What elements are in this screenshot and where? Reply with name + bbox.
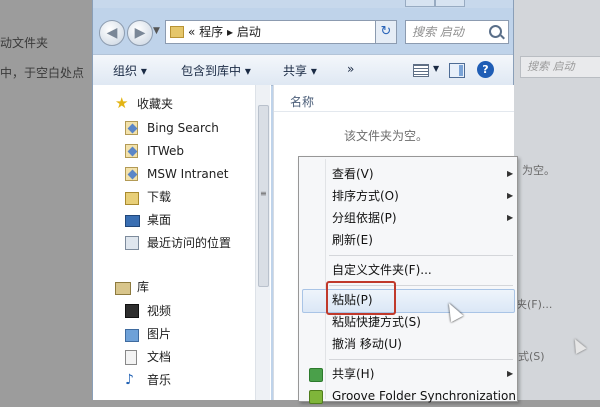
minimize-button[interactable] [405,0,435,7]
include-in-library-button[interactable]: 包含到库中 ▾ [181,62,251,79]
downloads-folder-icon [125,192,139,205]
sidebar-item-label: Bing Search [147,121,219,135]
pictures-icon [125,329,139,342]
menu-item-view[interactable]: 查看(V) [332,163,374,185]
search-placeholder: 搜索 启动 [412,25,464,39]
paste-highlight-annotation [326,281,396,315]
library-icon [115,282,131,295]
sidebar-item-label: 收藏夹 [137,97,174,111]
sidebar-scrollbar[interactable]: ≡ [255,85,270,400]
header-divider [274,111,514,112]
context-menu: 查看(V) ▶ 排序方式(O) ▶ 分组依据(P) ▶ 刷新(E) 自定义文件夹… [298,156,518,404]
star-icon: ★ [115,94,129,112]
submenu-arrow-icon: ▶ [507,169,514,178]
sidebar-item-label: 桌面 [147,213,172,227]
desktop-icon [125,215,140,227]
background-label-empty: 为空。 [522,164,555,177]
menu-item-groove-sync[interactable]: Groove Folder Synchronization [332,385,516,407]
menu-separator [329,255,513,256]
background-label-customize: 夹(F)... [516,298,553,311]
maximize-button[interactable] [435,0,465,7]
folder-icon [170,26,184,38]
navigation-pane: ★ 收藏夹 Bing Search ITWeb MSW Intranet 下载 … [93,85,271,400]
command-bar: 组织 ▾ 包含到库中 ▾ 共享 ▾ » ▼ ? [93,54,513,86]
empty-folder-message: 该文件夹为空。 [344,129,429,143]
sidebar-item-label: 视频 [147,304,172,318]
videos-icon [125,304,139,318]
background-label-shortcut: 式(S) [518,350,545,363]
favorite-link-icon [125,144,138,158]
submenu-arrow-icon: ▶ [507,369,514,378]
menu-item-sort-by[interactable]: 排序方式(O) [332,185,399,207]
background-doc-line-1: 动文件夹 [0,36,49,50]
breadcrumb-overflow[interactable]: « [188,25,195,39]
background-search-box: 搜索 启动 [520,56,600,78]
breadcrumb-separator[interactable]: ▸ [227,25,233,39]
recent-pages-dropdown-icon[interactable]: ▼ [153,26,160,36]
organize-button[interactable]: 组织 ▾ [113,62,147,79]
breadcrumb-startup[interactable]: 启动 [237,25,261,39]
sidebar-item-label: 下载 [147,190,172,204]
recent-places-icon [125,236,139,250]
sidebar-item-label: 音乐 [147,373,172,387]
menu-item-refresh[interactable]: 刷新(E) [332,229,373,251]
menu-item-group-by[interactable]: 分组依据(P) [332,207,397,229]
share-icon [309,368,323,382]
refresh-icon[interactable]: ↻ [375,20,397,44]
address-box[interactable]: « 程序 ▸ 启动 ▼ [165,20,395,44]
menu-item-undo-move[interactable]: 撤消 移动(U) [332,333,402,355]
sidebar-item-label: 库 [137,280,150,294]
menu-item-share[interactable]: 共享(H) [332,363,374,385]
sidebar-item-label: MSW Intranet [147,167,229,181]
sidebar-item-label: 文档 [147,350,172,364]
address-bar-row: ◀ ▶ ▼ « 程序 ▸ 启动 ▼ ↻ 搜索 启动 [93,12,513,50]
submenu-arrow-icon: ▶ [507,213,514,222]
groove-icon [309,390,323,404]
menu-gutter [325,159,326,399]
sidebar-item-label: 图片 [147,327,172,341]
more-commands-button[interactable]: » [347,62,354,76]
menu-item-customize-folder[interactable]: 自定义文件夹(F)... [332,259,432,281]
submenu-arrow-icon: ▶ [507,191,514,200]
music-icon: ♪ [125,372,134,388]
breadcrumb-programs[interactable]: 程序 [199,25,223,39]
breadcrumb: « 程序 ▸ 启动 [188,21,261,43]
share-button[interactable]: 共享 ▾ [283,62,317,79]
back-button[interactable]: ◀ [99,20,125,46]
forward-button[interactable]: ▶ [127,20,153,46]
scrollbar-grip-icon: ≡ [260,189,267,198]
column-header-name[interactable]: 名称 [290,93,314,110]
background-doc-line-2: 中，于空白处点 [0,66,85,80]
preview-pane-icon[interactable] [449,63,465,78]
documents-icon [125,350,137,365]
sidebar-item-label: ITWeb [147,144,185,158]
favorite-link-icon [125,121,138,135]
menu-separator [329,359,513,360]
search-icon [489,25,502,38]
search-input[interactable]: 搜索 启动 [405,20,509,44]
favorite-link-icon [125,167,138,181]
sidebar-item-label: 最近访问的位置 [147,236,232,250]
view-dropdown-icon[interactable]: ▼ [433,64,439,73]
change-view-icon[interactable] [413,64,429,77]
help-icon[interactable]: ? [477,61,494,78]
